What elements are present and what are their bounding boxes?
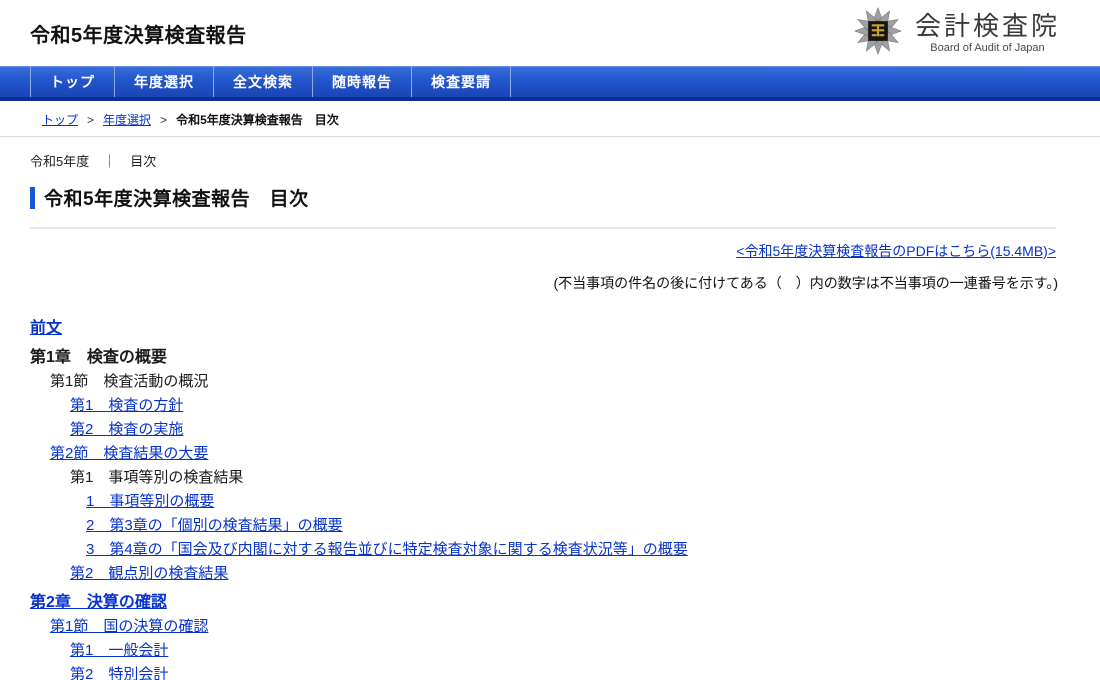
toc-item: 第2 特別会計 xyxy=(0,666,1100,680)
nav-divider xyxy=(510,66,511,97)
heading-accent-bar xyxy=(30,187,35,209)
toc-heading-ch1-sec2-item1: 第1 事項等別の検査結果 xyxy=(70,469,243,486)
toc-link-chapter2[interactable]: 第2章 決算の確認 xyxy=(30,594,167,611)
toc-item: 1 事項等別の概要 xyxy=(0,493,1100,511)
main-nav: トップ 年度選択 全文検索 随時報告 検査要請 xyxy=(0,66,1100,101)
toc-link-ch1-sec1-item2[interactable]: 第2 検査の実施 xyxy=(70,421,183,438)
nav-item-adhoc-report[interactable]: 随時報告 xyxy=(312,66,411,97)
toc-link-ch1-sec1-item1[interactable]: 第1 検査の方針 xyxy=(70,397,183,414)
toc-link-ch1-sec2-sub2[interactable]: 2 第3章の「個別の検査結果」の概要 xyxy=(86,517,343,534)
toc-link-ch2-sec1[interactable]: 第1節 国の決算の確認 xyxy=(50,618,208,635)
toc-item: 第2章 決算の確認 xyxy=(0,593,1100,612)
toc-link-ch1-sec2[interactable]: 第2節 検査結果の大要 xyxy=(50,445,208,462)
toc-item: 第2節 検査結果の大要 xyxy=(0,445,1100,463)
site-header: 令和5年度決算検査報告 xyxy=(0,0,1100,66)
breadcrumb-separator: > xyxy=(160,113,167,127)
toc-item: 第1節 検査活動の概況 xyxy=(0,373,1100,391)
toc-link-ch2-sec1-item2[interactable]: 第2 特別会計 xyxy=(70,666,168,680)
toc-item: 3 第4章の「国会及び内閣に対する報告並びに特定検査対象に関する検査状況等」の概… xyxy=(0,541,1100,559)
boaj-logo-text: 会計検査院 Board of Audit of Japan xyxy=(915,12,1060,54)
subnav: 令和5年度 ｜ 目次 xyxy=(0,137,1100,170)
nav-item-top[interactable]: トップ xyxy=(30,66,114,97)
page-title: 令和5年度決算検査報告 目次 xyxy=(44,184,309,211)
nav-item-audit-request[interactable]: 検査要請 xyxy=(411,66,510,97)
breadcrumb-link-top[interactable]: トップ xyxy=(42,111,78,128)
toc-heading-chapter1: 第1章 検査の概要 xyxy=(30,349,167,366)
breadcrumb: トップ > 年度選択 > 令和5年度決算検査報告 目次 xyxy=(0,101,1100,137)
org-subtitle: Board of Audit of Japan xyxy=(930,42,1044,54)
toc-item: 第2 観点別の検査結果 xyxy=(0,565,1100,583)
breadcrumb-link-year-select[interactable]: 年度選択 xyxy=(103,111,151,128)
toc-item: 第1 事項等別の検査結果 xyxy=(0,469,1100,487)
toc-item: 第2 検査の実施 xyxy=(0,421,1100,439)
pdf-download-link[interactable]: <令和5年度決算検査報告のPDFはこちら(15.4MB)> xyxy=(736,243,1056,259)
table-of-contents: 前文 第1章 検査の概要 第1節 検査活動の概況 第1 検査の方針 第2 検査の… xyxy=(0,319,1100,680)
subnav-current: 目次 xyxy=(130,151,156,170)
divider xyxy=(30,227,1056,229)
toc-link-preface[interactable]: 前文 xyxy=(30,320,62,337)
boaj-sunburst-emblem-icon xyxy=(851,6,905,61)
breadcrumb-current: 令和5年度決算検査報告 目次 xyxy=(176,111,339,128)
site-title: 令和5年度決算検査報告 xyxy=(30,19,247,48)
org-name: 会計検査院 xyxy=(915,12,1060,41)
toc-item: 第1章 検査の概要 xyxy=(0,348,1100,367)
toc-heading-ch1-sec1: 第1節 検査活動の概況 xyxy=(50,373,208,390)
pdf-link-row: <令和5年度決算検査報告のPDFはこちら(15.4MB)> xyxy=(30,241,1056,261)
toc-link-ch1-sec2-sub1[interactable]: 1 事項等別の概要 xyxy=(86,493,214,510)
toc-link-ch1-sec2-item2[interactable]: 第2 観点別の検査結果 xyxy=(70,565,228,582)
toc-item: 第1 検査の方針 xyxy=(0,397,1100,415)
toc-item: 第1 一般会計 xyxy=(0,642,1100,660)
boaj-logo[interactable]: 会計検査院 Board of Audit of Japan xyxy=(851,6,1060,61)
numbering-note: (不当事項の件名の後に付けてある（ ）内の数字は不当事項の一連番号を示す。) xyxy=(30,273,1058,293)
subnav-year: 令和5年度 xyxy=(30,151,89,170)
toc-item: 2 第3章の「個別の検査結果」の概要 xyxy=(0,517,1100,535)
toc-item: 前文 xyxy=(0,319,1100,338)
toc-item: 第1節 国の決算の確認 xyxy=(0,618,1100,636)
toc-link-ch1-sec2-sub3[interactable]: 3 第4章の「国会及び内閣に対する報告並びに特定検査対象に関する検査状況等」の概… xyxy=(86,541,688,558)
page-heading-block: 令和5年度決算検査報告 目次 xyxy=(30,184,1070,211)
toc-link-ch2-sec1-item1[interactable]: 第1 一般会計 xyxy=(70,642,168,659)
breadcrumb-separator: > xyxy=(87,113,94,127)
nav-item-fulltext-search[interactable]: 全文検索 xyxy=(213,66,312,97)
subnav-separator: ｜ xyxy=(103,151,116,170)
nav-spacer xyxy=(0,66,30,97)
nav-item-year-select[interactable]: 年度選択 xyxy=(114,66,213,97)
